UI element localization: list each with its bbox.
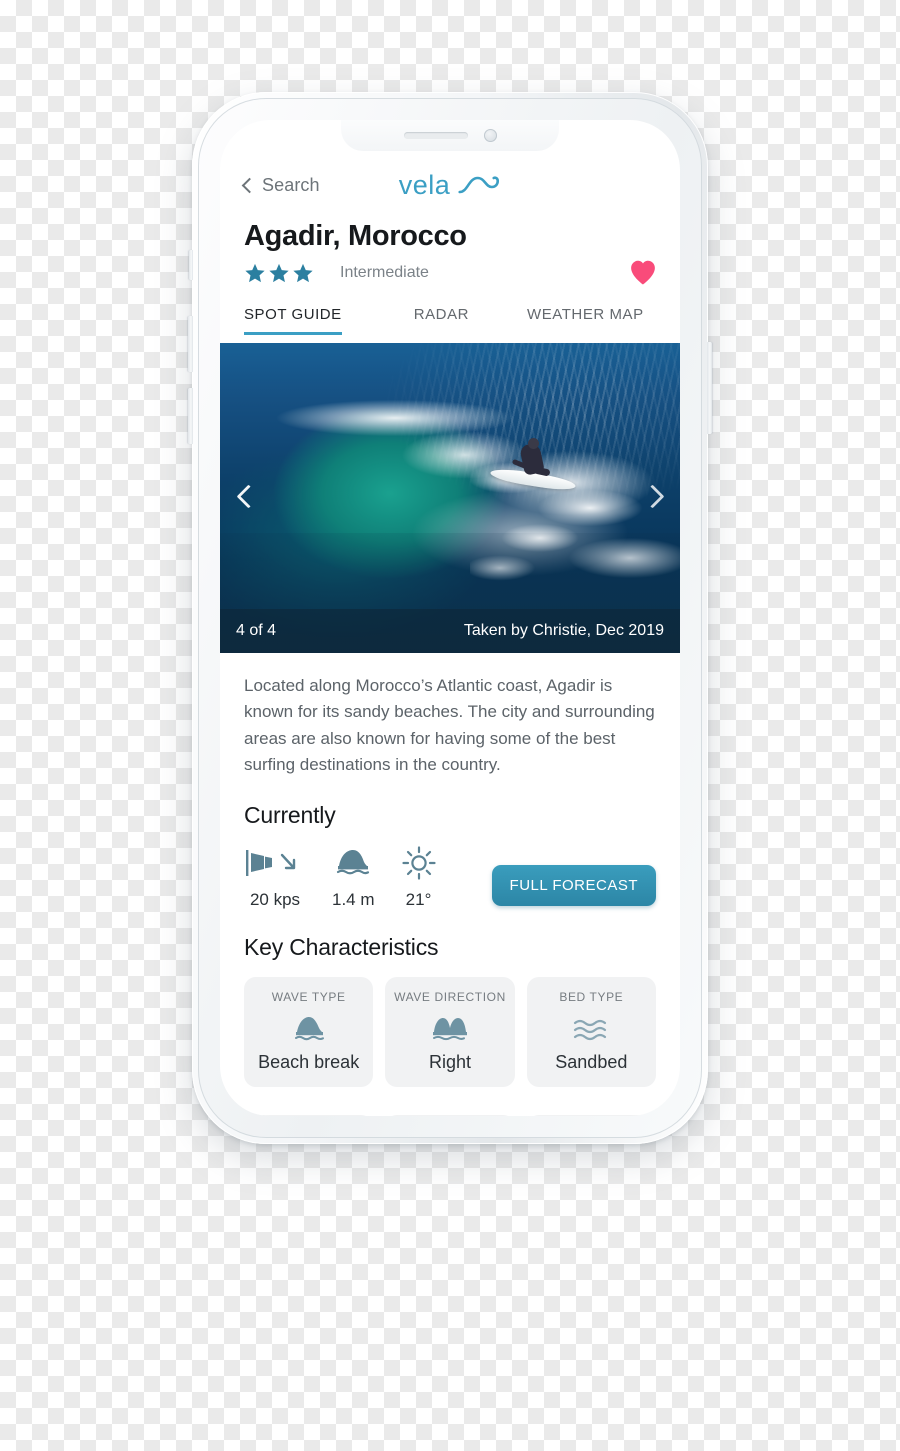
characteristics-row-1: WAVE TYPE Beach break WAVE DIRECTION Rig… <box>220 961 680 1088</box>
current-conditions: 20 kps 1.4 m 21° FULL FORECAST <box>220 829 680 910</box>
surfer-figure <box>508 438 570 500</box>
phone-notch <box>341 120 559 151</box>
star-icon <box>245 263 265 283</box>
phone-screen: Search vela Agadir, Morocco Intermediate… <box>220 120 680 1116</box>
photo-counter: 4 of 4 <box>236 622 277 639</box>
favorite-button[interactable] <box>628 258 658 286</box>
chevron-left-icon <box>236 484 261 509</box>
brand-wordmark: vela <box>398 169 451 200</box>
spot-description: Located along Morocco’s Atlantic coast, … <box>244 676 655 775</box>
earpiece-speaker-icon <box>403 132 468 139</box>
wave-break-icon <box>250 1012 367 1046</box>
double-wave-icon <box>391 1012 508 1046</box>
card-label: BED TYPE <box>559 990 624 1005</box>
card-wave-type[interactable]: WAVE TYPE Beach break <box>244 977 374 1088</box>
spot-meta: Intermediate <box>244 262 656 284</box>
sun-icon <box>401 843 437 883</box>
photo-credit: Taken by Christie, Dec 2019 <box>463 622 664 639</box>
phone-mockup: Search vela Agadir, Morocco Intermediate… <box>188 92 712 1144</box>
rating-stars <box>244 262 314 284</box>
back-label: Search <box>262 174 320 195</box>
silent-switch-button[interactable] <box>189 250 193 280</box>
full-forecast-button[interactable]: FULL FORECAST <box>491 865 656 907</box>
chevron-right-icon <box>640 484 665 509</box>
star-icon <box>293 263 313 283</box>
characteristics-row-2: BEST TIDES BEST SEASON HAZARDS <box>220 1099 680 1116</box>
card-label: WAVE TYPE <box>271 990 346 1005</box>
card-hazards[interactable]: HAZARDS <box>526 1115 656 1116</box>
tab-spot-guide[interactable]: SPOT GUIDE <box>244 306 342 335</box>
windsock-icon <box>244 843 306 883</box>
wave-height-value: 1.4 m <box>332 890 375 910</box>
volume-down-button[interactable] <box>188 388 193 444</box>
wind-value: 20 kps <box>249 890 301 910</box>
card-wave-direction[interactable]: WAVE DIRECTION Right <box>385 977 515 1088</box>
chevron-left-icon <box>241 177 258 194</box>
card-value: Beach break <box>258 1052 360 1073</box>
photo-carousel: 4 of 4 Taken by Christie, Dec 2019 <box>220 343 680 653</box>
power-button[interactable] <box>707 342 712 434</box>
volume-up-button[interactable] <box>188 316 193 372</box>
tab-radar[interactable]: RADAR <box>414 306 469 335</box>
key-characteristics-heading: Key Characteristics <box>244 934 439 961</box>
wave-icon <box>333 843 373 883</box>
tab-bar: SPOT GUIDE RADAR WEATHER MAP <box>220 306 680 335</box>
wave-logo-icon <box>457 176 499 194</box>
wave-foam <box>470 438 680 598</box>
temperature-value: 21° <box>405 890 432 910</box>
card-best-tides[interactable]: BEST TIDES <box>244 1115 374 1116</box>
carousel-prev-button[interactable] <box>232 481 266 515</box>
photo-caption-bar: 4 of 4 Taken by Christie, Dec 2019 <box>220 609 680 653</box>
heart-icon <box>631 260 655 285</box>
card-bed-type[interactable]: BED TYPE Sandbed <box>526 977 656 1088</box>
card-value: Right <box>428 1052 471 1073</box>
top-navigation-bar: Search vela <box>220 164 680 206</box>
ripple-lines-icon <box>533 1012 650 1046</box>
stat-wave: 1.4 m <box>332 843 375 910</box>
back-to-search-link[interactable]: Search <box>241 174 320 196</box>
stat-wind: 20 kps <box>244 843 306 910</box>
card-best-season[interactable]: BEST SEASON <box>385 1115 515 1116</box>
stat-temperature: 21° <box>401 843 437 910</box>
carousel-next-button[interactable] <box>636 481 670 515</box>
page-title: Agadir, Morocco <box>244 220 467 252</box>
difficulty-label: Intermediate <box>340 264 429 281</box>
app-logo: vela <box>398 169 502 200</box>
front-camera-icon <box>483 129 497 142</box>
tab-weather-map[interactable]: WEATHER MAP <box>527 306 644 335</box>
card-value: Sandbed <box>555 1052 628 1073</box>
currently-heading: Currently <box>244 802 336 829</box>
card-label: WAVE DIRECTION <box>394 990 506 1005</box>
spot-header: Agadir, Morocco Intermediate <box>220 206 680 286</box>
app-content: Search vela Agadir, Morocco Intermediate… <box>220 120 680 1116</box>
star-icon <box>269 263 289 283</box>
